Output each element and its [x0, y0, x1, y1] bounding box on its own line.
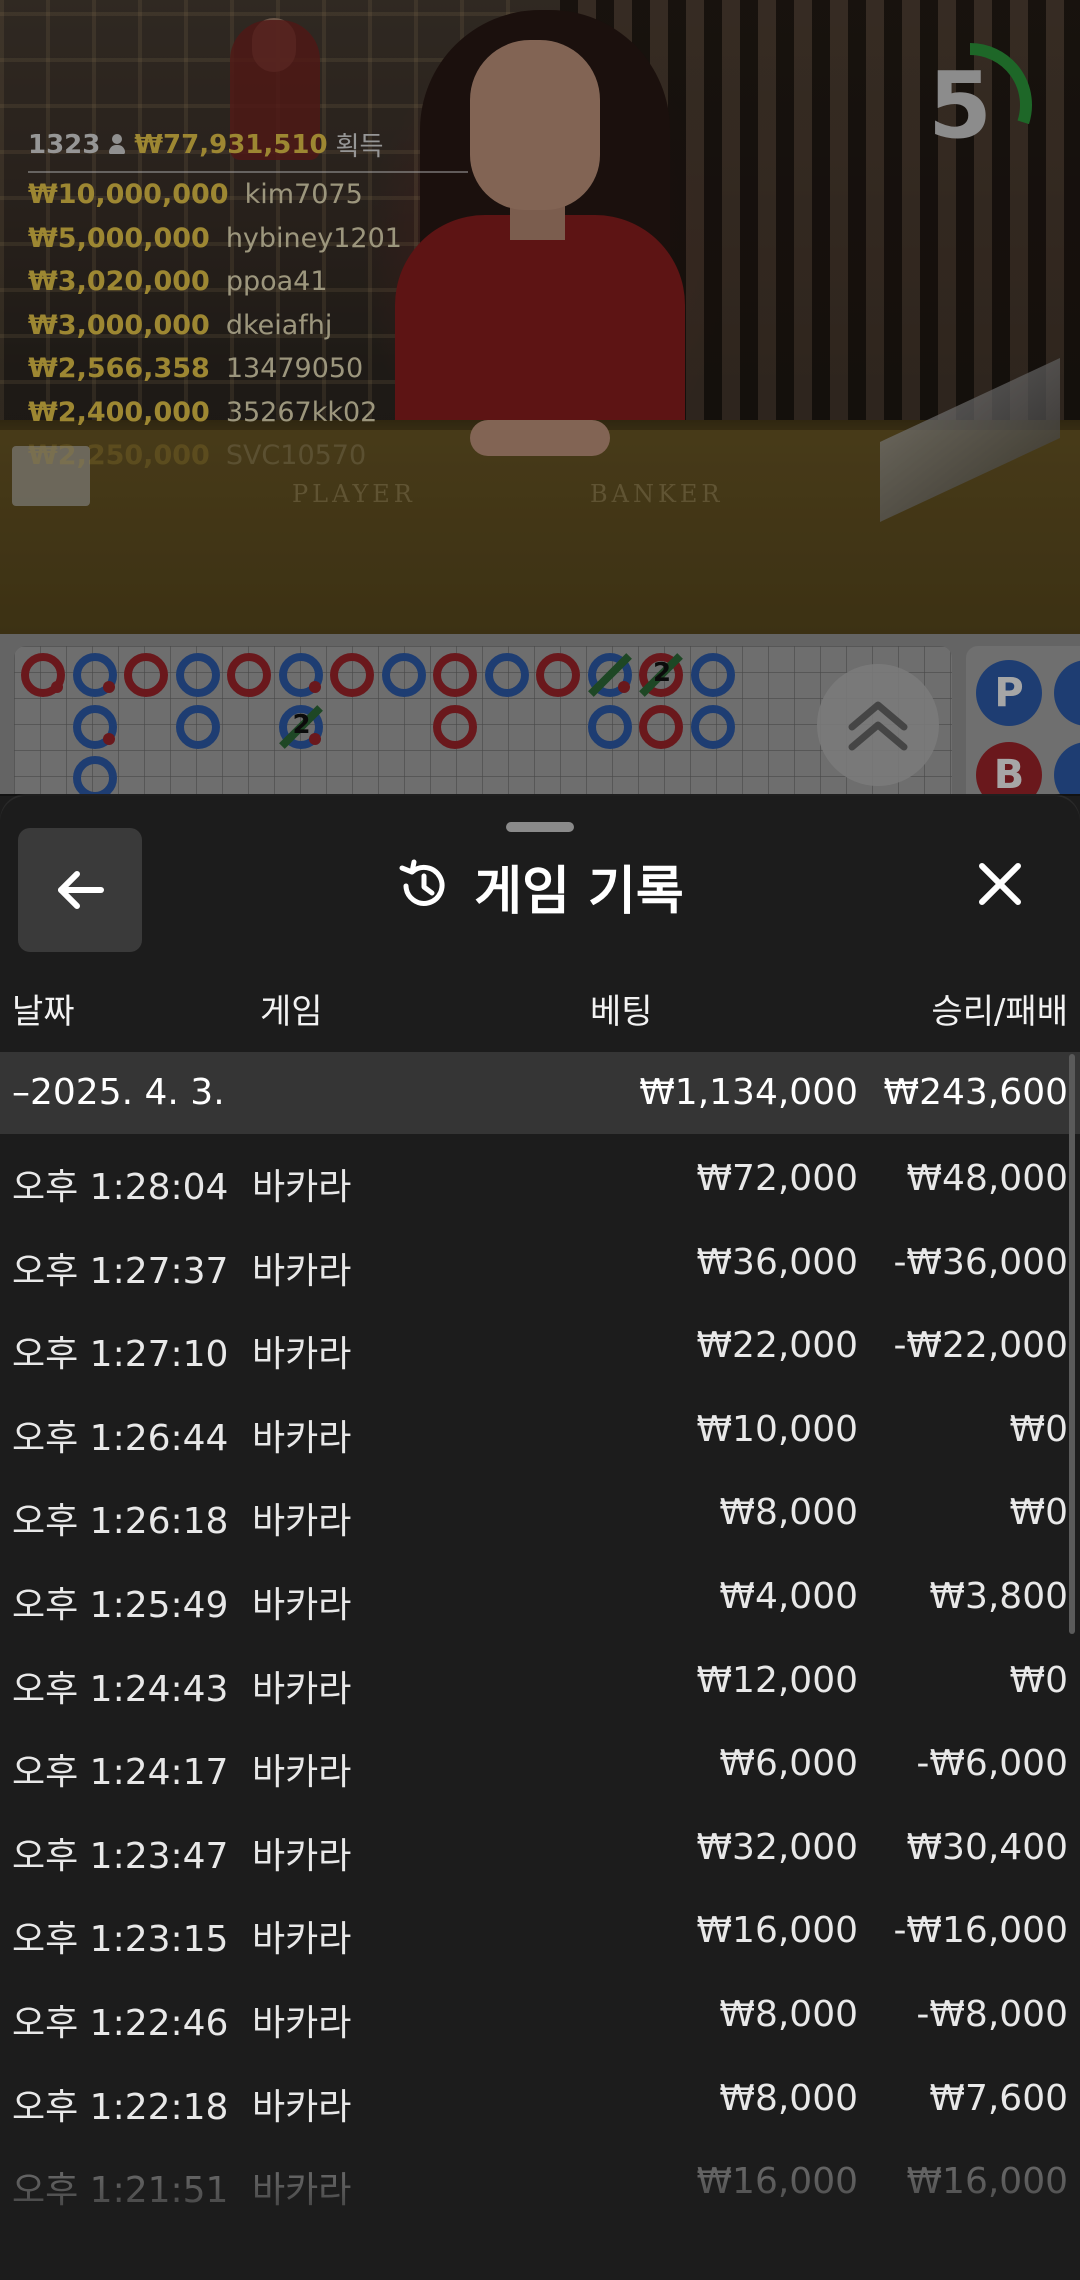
history-clock-icon — [399, 859, 445, 906]
history-list: 오후 1:28:04 바카라 ₩72,000 ₩48,000 오후 1:27:37 바카라… — [0, 1140, 1080, 2227]
date-group-bet: ₩1,134,000 — [639, 1072, 858, 1113]
history-row[interactable]: 오후 1:25:49 바카라 ₩4,000 ₩3,800 — [0, 1558, 1080, 1642]
row-bet: ₩10,000 — [696, 1408, 858, 1450]
row-result: ₩30,400 — [906, 1826, 1068, 1868]
row-game: 바카라 — [252, 1668, 352, 1710]
column-date: 날짜 — [12, 992, 75, 1032]
row-game: 바카라 — [252, 1167, 352, 1208]
row-game: 바카라 — [252, 1835, 352, 1877]
row-game: 바카라 — [252, 2086, 352, 2128]
history-row[interactable]: 오후 1:24:17 바카라 ₩6,000 -₩6,000 — [0, 1725, 1080, 1809]
row-result: ₩0 — [1009, 1659, 1069, 1701]
row-bet: ₩4,000 — [719, 1575, 858, 1617]
history-row[interactable]: 오후 1:27:37 바카라 ₩36,000 -₩36,000 — [0, 1224, 1080, 1308]
row-time: 오후 1:24:43 — [12, 1668, 229, 1710]
sheet-title: 게임 기록 — [474, 861, 684, 922]
row-result: ₩0 — [1009, 1408, 1069, 1450]
row-time: 오후 1:28:04 — [12, 1167, 229, 1208]
overlay-dim[interactable] — [0, 0, 1080, 796]
row-time: 오후 1:23:15 — [12, 1919, 229, 1961]
history-row[interactable]: 오후 1:22:18 바카라 ₩8,000 ₩7,600 — [0, 2060, 1080, 2144]
row-time: 오후 1:27:37 — [12, 1250, 229, 1292]
row-game: 바카라 — [252, 1501, 352, 1543]
close-icon — [979, 863, 1021, 905]
row-time: 오후 1:23:47 — [12, 1835, 229, 1877]
row-bet: ₩36,000 — [696, 1241, 858, 1283]
row-bet: ₩8,000 — [719, 2077, 858, 2119]
history-row[interactable]: 오후 1:24:43 바카라 ₩12,000 ₩0 — [0, 1642, 1080, 1726]
row-time: 오후 1:27:10 — [12, 1334, 229, 1376]
row-game: 바카라 — [252, 1919, 352, 1961]
row-result: ₩0 — [1009, 1492, 1069, 1534]
row-game: 바카라 — [252, 1752, 352, 1794]
row-result: -₩22,000 — [893, 1325, 1068, 1367]
row-game: 바카라 — [252, 1417, 352, 1459]
row-time: 오후 1:22:18 — [12, 2086, 229, 2128]
column-game: 게임 — [260, 992, 323, 1032]
row-result: -₩8,000 — [916, 1993, 1068, 2035]
date-group-row[interactable]: –2025. 4. 3. ₩1,134,000 ₩243,600 — [0, 1052, 1080, 1134]
history-row[interactable]: 오후 1:23:15 바카라 ₩16,000 -₩16,000 — [0, 1892, 1080, 1976]
history-row[interactable]: 오후 1:27:10 바카라 ₩22,000 -₩22,000 — [0, 1307, 1080, 1391]
row-game: 바카라 — [252, 1334, 352, 1376]
row-result: -₩36,000 — [893, 1241, 1068, 1283]
row-bet: ₩32,000 — [696, 1826, 858, 1868]
history-row[interactable]: 오후 1:23:47 바카라 ₩32,000 ₩30,400 — [0, 1809, 1080, 1893]
row-time: 오후 1:24:17 — [12, 1752, 229, 1794]
row-bet: ₩12,000 — [696, 1659, 858, 1701]
row-result: -₩6,000 — [916, 1743, 1068, 1785]
row-time: 오후 1:26:44 — [12, 1417, 229, 1459]
row-time: 오후 1:22:46 — [12, 2002, 229, 2044]
row-bet: ₩6,000 — [719, 1743, 858, 1785]
scrollbar[interactable] — [1069, 1054, 1075, 1634]
history-row[interactable]: 오후 1:26:18 바카라 ₩8,000 ₩0 — [0, 1474, 1080, 1558]
history-row[interactable]: 오후 1:28:04 바카라 ₩72,000 ₩48,000 — [0, 1140, 1080, 1224]
column-result: 승리/패배 — [931, 992, 1068, 1032]
row-game: 바카라 — [252, 1584, 352, 1626]
column-bet: 베팅 — [590, 992, 653, 1032]
row-result: ₩3,800 — [929, 1575, 1068, 1617]
history-row[interactable]: 오후 1:26:44 바카라 ₩10,000 ₩0 — [0, 1391, 1080, 1475]
row-bet: ₩8,000 — [719, 1993, 858, 2035]
sheet-grabber[interactable] — [506, 822, 574, 832]
list-bottom-fade — [0, 2176, 1080, 2280]
date-group-date: –2025. 4. 3. — [12, 1072, 225, 1113]
row-game: 바카라 — [252, 1250, 352, 1292]
history-row[interactable]: 오후 1:22:46 바카라 ₩8,000 -₩8,000 — [0, 1976, 1080, 2060]
row-result: -₩16,000 — [893, 1910, 1068, 1952]
row-bet: ₩72,000 — [696, 1158, 858, 1199]
row-bet: ₩8,000 — [719, 1492, 858, 1534]
sheet-header: 게임 기록 — [0, 836, 1080, 936]
row-result: ₩48,000 — [906, 1158, 1068, 1199]
row-bet: ₩22,000 — [696, 1325, 858, 1367]
date-group-result: ₩243,600 — [883, 1072, 1068, 1113]
row-result: ₩7,600 — [929, 2077, 1068, 2119]
row-time: 오후 1:25:49 — [12, 1584, 229, 1626]
close-button[interactable] — [962, 846, 1038, 922]
row-bet: ₩16,000 — [696, 1910, 858, 1952]
row-game: 바카라 — [252, 2002, 352, 2044]
row-time: 오후 1:26:18 — [12, 1501, 229, 1543]
game-history-sheet: 게임 기록 날짜 게임 베팅 승리/패배 –2025. 4. 3. ₩1,134… — [0, 796, 1080, 2280]
